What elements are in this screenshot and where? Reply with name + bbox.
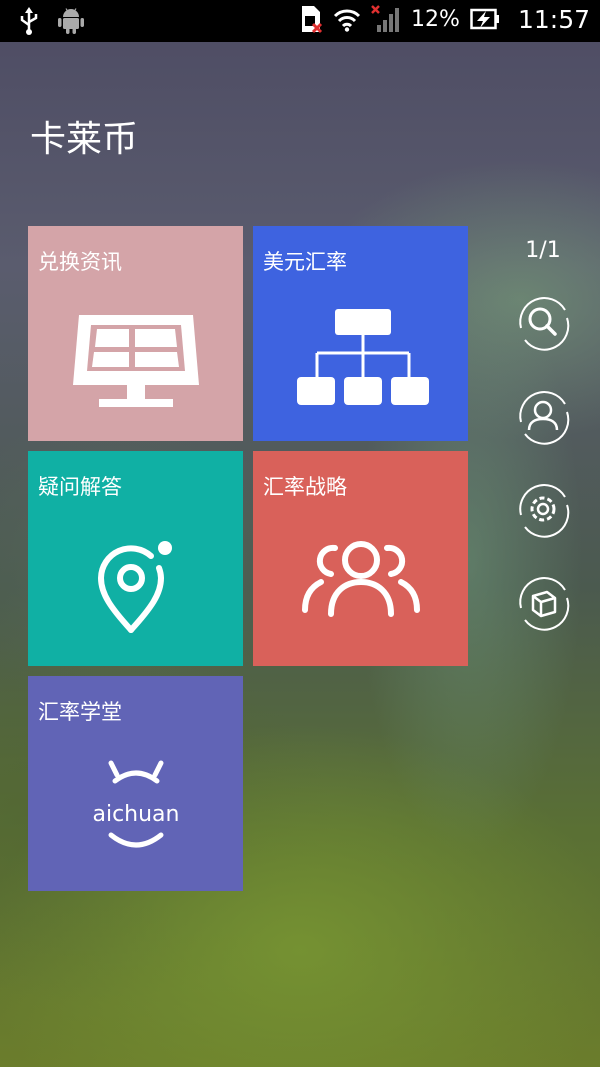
usb-icon [20,7,38,35]
profile-button[interactable] [513,386,573,446]
settings-icon [519,484,570,538]
tile-label: 汇率学堂 [38,700,122,724]
cube-icon [519,577,570,631]
screen: 12% 11:57 卡莱币 兑换资讯 美元汇率 疑问解答 汇率战略 汇率学堂 a… [0,0,600,1067]
users-group-icon [301,541,420,617]
battery-percent: 12% [411,6,460,32]
wifi-icon [333,9,361,32]
battery-charging-icon [470,8,499,30]
aichuan-logo-icon: aichuan [92,760,179,848]
tile-label: 美元汇率 [263,250,347,274]
cube-button[interactable] [513,572,573,632]
aichuan-logo-text: aichuan [92,802,179,827]
user-icon [519,391,570,445]
tile-usd-exchange-rate[interactable]: 美元汇率 [253,226,468,441]
search-button[interactable] [513,292,573,352]
org-chart-icon [296,309,429,405]
sim-error-icon [302,6,323,34]
clock: 11:57 [517,4,590,34]
status-bar: 12% 11:57 [0,0,600,42]
app-title: 卡莱币 [30,119,139,160]
solar-panel-icon [72,315,199,407]
tile-label: 兑换资讯 [38,250,122,274]
tile-faq[interactable]: 疑问解答 [28,451,243,666]
tile-exchange-strategy[interactable]: 汇率战略 [253,451,468,666]
location-pin-icon [97,541,172,633]
tile-label: 疑问解答 [38,475,122,499]
tile-exchange-news[interactable]: 兑换资讯 [28,226,243,441]
android-icon [58,8,84,34]
settings-button[interactable] [513,479,573,539]
page-indicator: 1/1 [525,238,561,263]
signal-no-service-icon [371,5,400,32]
tile-label: 汇率战略 [263,475,347,499]
search-icon [519,297,570,351]
tile-exchange-academy[interactable]: 汇率学堂 aichuan [28,676,243,891]
